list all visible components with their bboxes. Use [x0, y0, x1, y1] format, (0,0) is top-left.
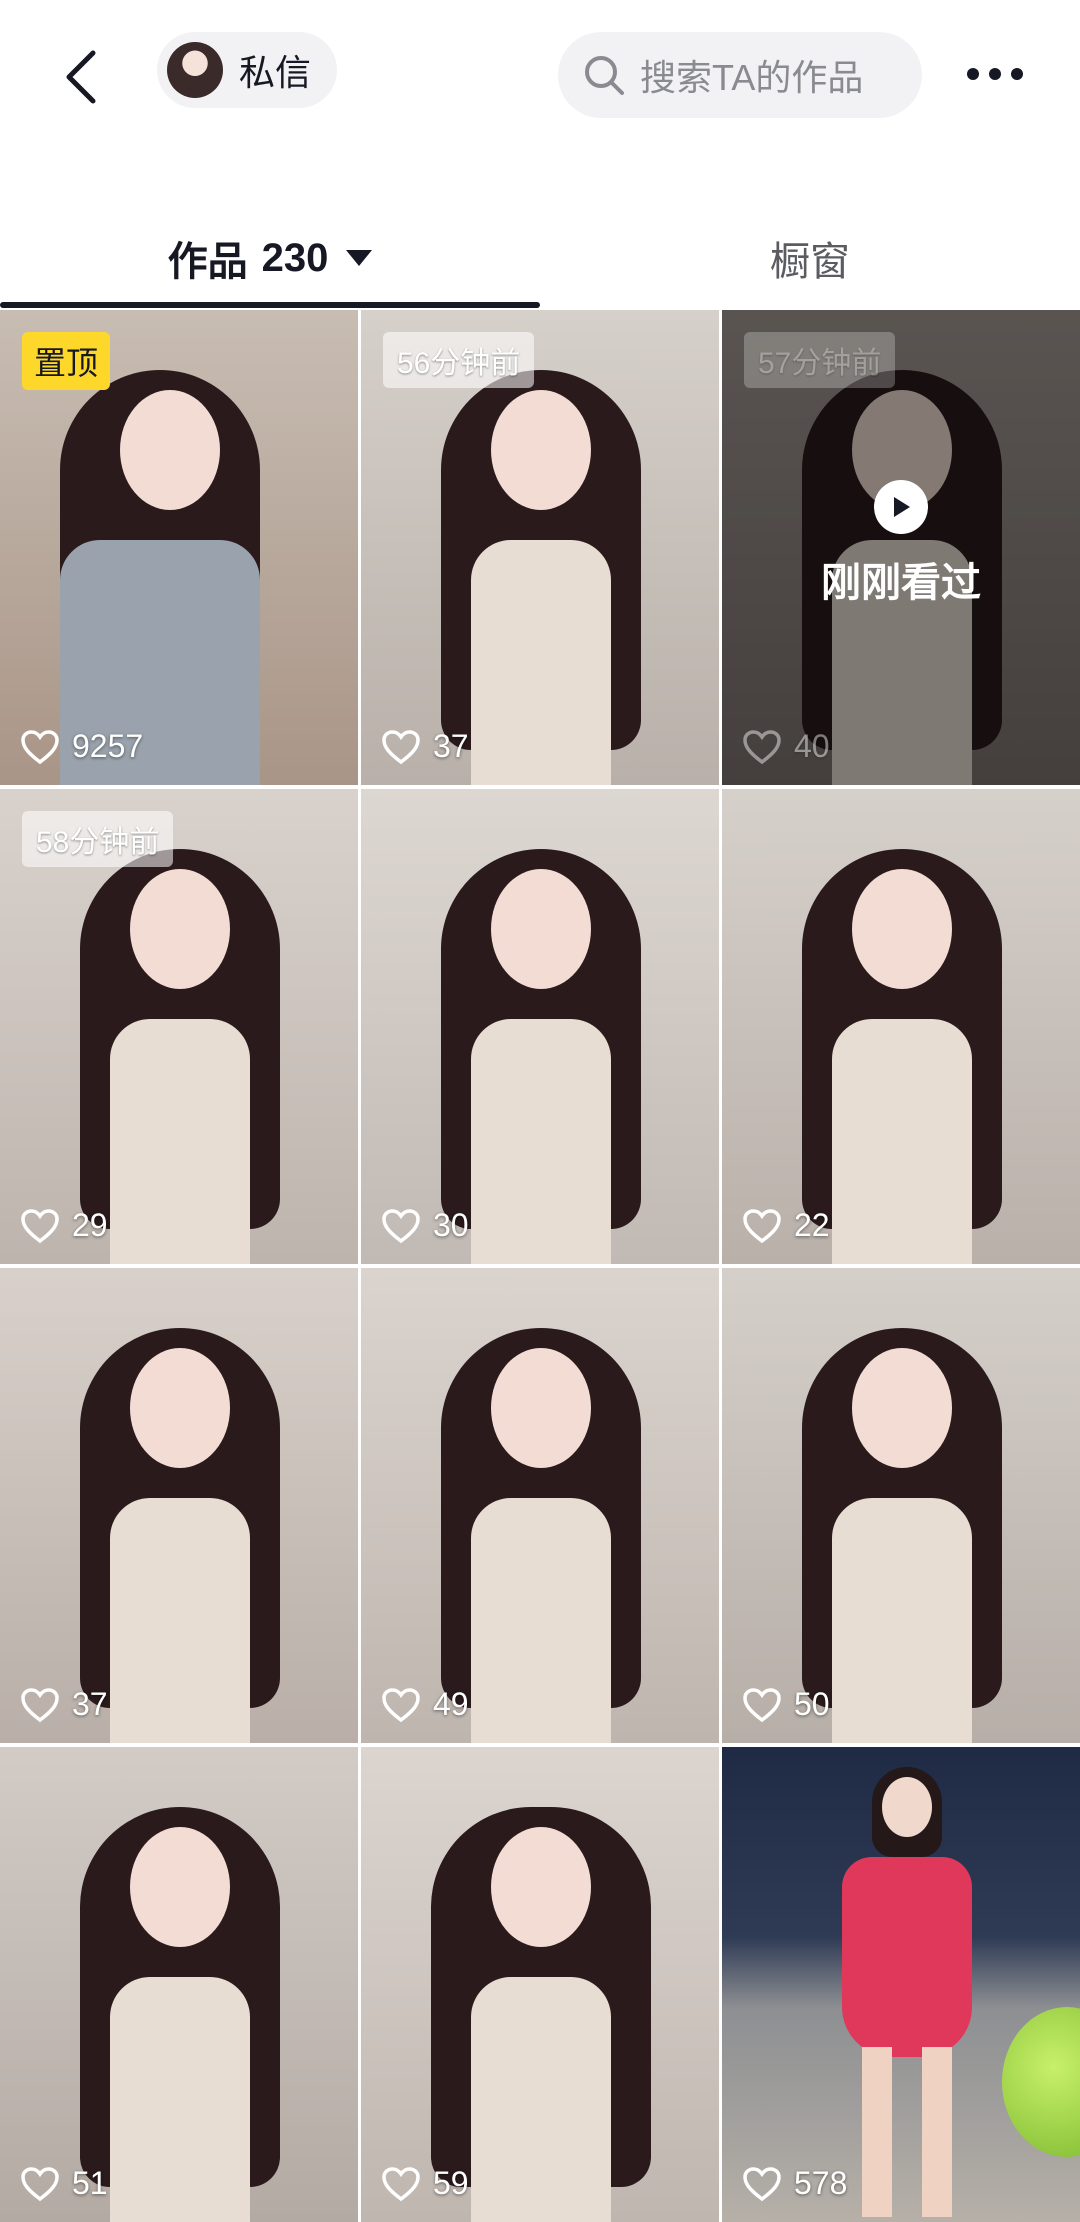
caret-down-icon: [346, 250, 373, 266]
heart-icon: [21, 1687, 59, 1722]
heart-icon: [382, 729, 420, 764]
thumbnail-leg: [922, 2047, 952, 2217]
like-count-value: 51: [72, 2165, 108, 2201]
thumbnail-face: [491, 1827, 591, 1947]
thumbnail-body: [110, 1498, 250, 1743]
active-tab-indicator: [0, 302, 540, 308]
thumbnail-body: [832, 1498, 972, 1743]
heart-icon: [21, 1208, 59, 1243]
thumbnail-face: [130, 1348, 230, 1468]
thumbnail-face: [852, 869, 952, 989]
thumbnail-face: [130, 1827, 230, 1947]
like-count: 49: [381, 1686, 469, 1723]
thumbnail-body: [471, 1019, 611, 1264]
more-button[interactable]: [960, 54, 1030, 94]
like-count-value: 40: [794, 728, 830, 764]
tab-shop-label: 橱窗: [770, 240, 850, 284]
thumbnail-face: [491, 1348, 591, 1468]
like-count: 37: [381, 728, 469, 765]
like-count: 51: [20, 2165, 108, 2202]
direct-message-label: 私信: [239, 52, 312, 93]
tab-works-count: 230: [261, 235, 329, 280]
like-count-value: 22: [794, 1207, 830, 1243]
heart-icon: [382, 2166, 420, 2201]
top-bar: 私信 搜索TA的作品: [0, 0, 1080, 150]
heart-icon: [21, 2166, 59, 2201]
like-count: 22: [742, 1207, 830, 1244]
thumbnail-body: [471, 1498, 611, 1743]
tab-shop-window[interactable]: 橱窗: [540, 210, 1080, 306]
play-icon: [874, 480, 928, 534]
video-tile[interactable]: 51: [0, 1747, 358, 2222]
heart-icon: [743, 1208, 781, 1243]
thumbnail-face: [130, 869, 230, 989]
like-count-value: 59: [433, 2165, 469, 2201]
like-count-value: 37: [433, 728, 469, 764]
like-count: 9257: [20, 728, 143, 765]
heart-icon: [743, 1687, 781, 1722]
back-arrow-icon: [66, 50, 96, 104]
search-placeholder: 搜索TA的作品: [640, 57, 864, 98]
like-count-value: 37: [72, 1686, 108, 1722]
thumbnail-face: [120, 390, 220, 510]
like-count: 59: [381, 2165, 469, 2202]
heart-icon: [743, 2166, 781, 2201]
thumbnail-face: [882, 1777, 932, 1837]
search-icon: [585, 56, 624, 95]
video-tile[interactable]: 37: [0, 1268, 358, 1743]
recently-watched-indicator: 刚刚看过: [722, 480, 1080, 608]
thumbnail-body: [110, 1977, 250, 2222]
tab-works[interactable]: 作品 230: [0, 210, 540, 306]
thumbnail-body: [110, 1019, 250, 1264]
back-button[interactable]: [50, 42, 110, 112]
video-tile[interactable]: 50: [722, 1268, 1080, 1743]
heart-icon: [382, 1208, 420, 1243]
time-badge: 57分钟前: [744, 332, 896, 388]
like-count-value: 49: [433, 1686, 469, 1722]
thumbnail-dress: [842, 1857, 972, 2057]
direct-message-button[interactable]: 私信: [157, 32, 338, 108]
thumbnail-body: [471, 540, 611, 785]
video-tile[interactable]: 57分钟前 刚刚看过 40: [722, 310, 1080, 785]
like-count: 37: [20, 1686, 108, 1723]
video-tile[interactable]: 置顶 9257: [0, 310, 358, 785]
like-count-value: 578: [794, 2165, 848, 2201]
like-count-value: 30: [433, 1207, 469, 1243]
like-count: 578: [742, 2165, 847, 2202]
video-tile[interactable]: 49: [361, 1268, 719, 1743]
time-badge: 56分钟前: [383, 332, 535, 388]
recently-watched-label: 刚刚看过: [821, 561, 981, 605]
video-tile[interactable]: 58分钟前 29: [0, 789, 358, 1264]
like-count-value: 9257: [72, 728, 144, 764]
video-tile[interactable]: 578: [722, 1747, 1080, 2222]
like-count-value: 50: [794, 1686, 830, 1722]
video-tile[interactable]: 22: [722, 789, 1080, 1264]
thumbnail-leg: [862, 2047, 892, 2217]
time-badge: 58分钟前: [22, 811, 174, 867]
tab-works-label: 作品: [167, 240, 248, 284]
like-count: 29: [20, 1207, 108, 1244]
search-works-bar[interactable]: 搜索TA的作品: [558, 32, 922, 118]
heart-icon: [382, 1687, 420, 1722]
thumbnail-body: [471, 1977, 611, 2222]
thumbnail-body: [832, 1019, 972, 1264]
like-count: 50: [742, 1686, 830, 1723]
more-dots-icon: [967, 68, 1023, 80]
heart-icon: [743, 729, 781, 764]
video-tile[interactable]: 30: [361, 789, 719, 1264]
video-tile[interactable]: 59: [361, 1747, 719, 2222]
like-count-value: 29: [72, 1207, 108, 1243]
like-count: 30: [381, 1207, 469, 1244]
thumbnail-face: [852, 1348, 952, 1468]
video-tile[interactable]: 56分钟前 37: [361, 310, 719, 785]
profile-tabs: 作品 230 橱窗: [0, 210, 1080, 310]
heart-icon: [21, 729, 59, 764]
like-count: 40: [742, 728, 830, 765]
thumbnail-face: [491, 390, 591, 510]
thumbnail-face: [491, 869, 591, 989]
pinned-badge: 置顶: [22, 332, 111, 390]
avatar: [167, 42, 223, 98]
